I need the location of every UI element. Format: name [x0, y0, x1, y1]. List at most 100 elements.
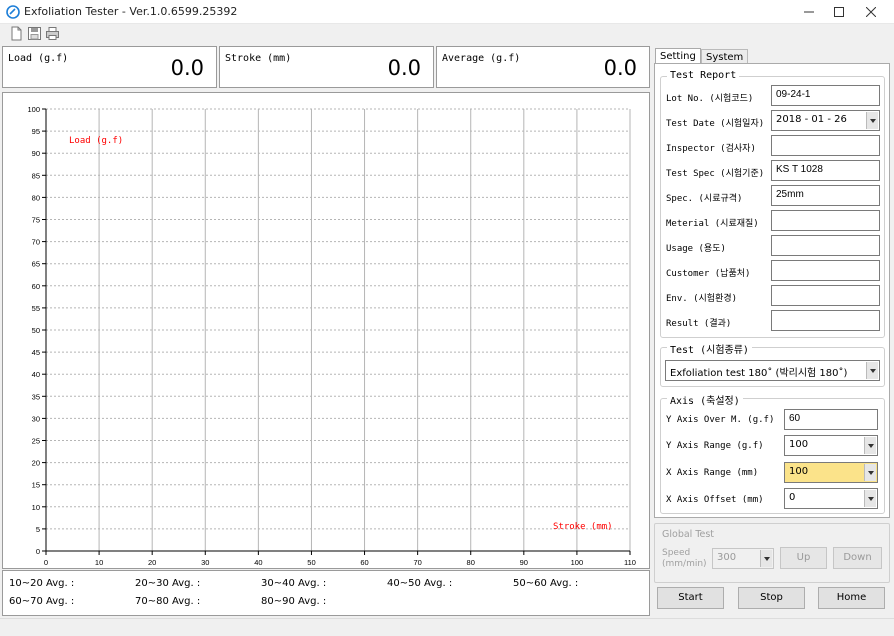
y-tick-label: 85	[32, 171, 40, 180]
y-tick-label: 45	[32, 348, 40, 357]
x-tick-label: 100	[571, 558, 584, 567]
y-tick-label: 25	[32, 437, 40, 446]
close-button[interactable]	[856, 0, 886, 24]
avg-80-90: 80~90 Avg. :	[261, 596, 327, 607]
status-bar	[0, 618, 894, 636]
x-tick-label: 50	[307, 558, 315, 567]
y-tick-label: 65	[32, 260, 40, 269]
y-over-label: Y Axis Over M. (g.f)	[666, 415, 775, 425]
y-tick-label: 35	[32, 392, 40, 401]
material-field[interactable]	[771, 210, 880, 231]
maximize-button[interactable]	[824, 0, 854, 24]
avg-30-40: 30~40 Avg. :	[261, 578, 327, 589]
global-test-title: Global Test	[662, 529, 715, 540]
start-button[interactable]: Start	[657, 587, 724, 609]
usage-field[interactable]	[771, 235, 880, 256]
x-tick-label: 70	[413, 558, 421, 567]
avg-70-80: 70~80 Avg. :	[135, 596, 201, 607]
y-tick-label: 80	[32, 193, 40, 202]
y-tick-label: 100	[27, 105, 40, 114]
chevron-down-icon[interactable]	[866, 112, 878, 129]
spec-label: Spec. (시료규격)	[666, 194, 743, 204]
avg-60-70: 60~70 Avg. :	[9, 596, 75, 607]
minimize-icon	[804, 11, 814, 13]
new-file-icon[interactable]	[9, 26, 24, 41]
lot-no-field[interactable]: 09-24-1	[771, 85, 880, 106]
tab-system[interactable]: System	[701, 49, 749, 63]
avg-20-30: 20~30 Avg. :	[135, 578, 201, 589]
y-tick-label: 60	[32, 282, 40, 291]
x-tick-label: 30	[201, 558, 209, 567]
print-icon[interactable]	[45, 26, 60, 41]
lot-no-label: Lot No. (시험코드)	[666, 94, 754, 104]
customer-field[interactable]	[771, 260, 880, 281]
series-label: Load (g.f)	[69, 136, 123, 146]
test-type-select[interactable]: Exfoliation test 180˚ (박리시험 180˚)	[665, 360, 880, 381]
chevron-down-icon[interactable]	[864, 464, 876, 481]
y-tick-label: 30	[32, 414, 40, 423]
y-tick-label: 90	[32, 149, 40, 158]
down-button[interactable]: Down	[833, 547, 882, 569]
chevron-down-icon[interactable]	[760, 550, 772, 567]
x-tick-label: 60	[360, 558, 368, 567]
y-tick-label: 55	[32, 304, 40, 313]
test-date-value: 2018 - 01 - 26	[776, 114, 847, 125]
y-tick-label: 70	[32, 238, 40, 247]
avg-50-60: 50~60 Avg. :	[513, 578, 579, 589]
result-field[interactable]	[771, 310, 880, 331]
y-range-select[interactable]: 100	[784, 435, 878, 456]
inspector-label: Inspector (검사자)	[666, 144, 756, 154]
y-tick-label: 0	[36, 547, 40, 556]
average-value: 0.0	[603, 56, 637, 80]
load-value: 0.0	[170, 56, 204, 80]
test-date-label: Test Date (시험일자)	[666, 119, 765, 129]
x-range-label: X Axis Range (mm)	[666, 468, 759, 478]
avg-10-20: 10~20 Avg. :	[9, 578, 75, 589]
chevron-down-icon[interactable]	[864, 437, 876, 454]
home-button[interactable]: Home	[818, 587, 885, 609]
x-offset-select[interactable]: 0	[784, 488, 878, 509]
x-range-value: 100	[789, 466, 809, 477]
average-label: Average (g.f)	[442, 53, 521, 64]
chart-panel: 0 5 10 15 20 25 30 35 40 45 50 55 60 65 70 75 80 85 90 95 10…	[2, 92, 650, 569]
y-tick-label: 95	[32, 127, 40, 136]
spec-field[interactable]: 25mm	[771, 185, 880, 206]
speed-select[interactable]: 300	[712, 548, 774, 569]
x-range-select[interactable]: 100	[784, 462, 878, 483]
up-button[interactable]: Up	[780, 547, 827, 569]
x-tick-label: 20	[148, 558, 156, 567]
axis-group: Axis (축설정) Y Axis Over M. (g.f) 60 Y Axi…	[660, 392, 885, 514]
window-title: Exfoliation Tester - Ver.1.0.6599.25392	[24, 5, 238, 18]
customer-label: Customer (납품처)	[666, 269, 751, 279]
speed-unit-label: (mm/min)	[662, 559, 707, 569]
x-tick-label: 40	[254, 558, 262, 567]
y-tick-label: 5	[36, 525, 40, 534]
x-offset-label: X Axis Offset (mm)	[666, 495, 764, 505]
stop-button[interactable]: Stop	[738, 587, 805, 609]
chevron-down-icon[interactable]	[864, 490, 876, 507]
x-offset-value: 0	[789, 492, 796, 503]
chevron-down-icon[interactable]	[866, 362, 878, 379]
load-stroke-chart: 0 5 10 15 20 25 30 35 40 45 50 55 60 65 70 75 80 85 90 95 10…	[27, 105, 636, 567]
inspector-field[interactable]	[771, 135, 880, 156]
y-tick-label: 40	[32, 370, 40, 379]
test-spec-field[interactable]: KS T 1028	[771, 160, 880, 181]
usage-label: Usage (용도)	[666, 244, 726, 254]
env-field[interactable]	[771, 285, 880, 306]
y-over-field[interactable]: 60	[784, 409, 878, 430]
axis-title: Axis (축설정)	[667, 392, 743, 407]
test-report-group: Test Report Lot No. (시험코드) 09-24-1 Test …	[660, 70, 885, 338]
app-logo-icon	[6, 5, 20, 19]
x-axis-label: Stroke (mm)	[553, 522, 613, 532]
speed-value: 300	[717, 552, 737, 563]
save-icon[interactable]	[27, 26, 42, 41]
y-tick-label: 75	[32, 216, 40, 225]
test-date-picker[interactable]: 2018 - 01 - 26	[771, 110, 880, 131]
title-bar: Exfoliation Tester - Ver.1.0.6599.25392	[0, 0, 894, 24]
minimize-button[interactable]	[794, 0, 824, 24]
x-tick-label: 10	[95, 558, 103, 567]
test-type-title: Test (시험종류)	[667, 341, 752, 356]
y-range-label: Y Axis Range (g.f)	[666, 441, 764, 451]
tab-setting[interactable]: Setting	[655, 48, 701, 64]
y-tick-label: 20	[32, 459, 40, 468]
